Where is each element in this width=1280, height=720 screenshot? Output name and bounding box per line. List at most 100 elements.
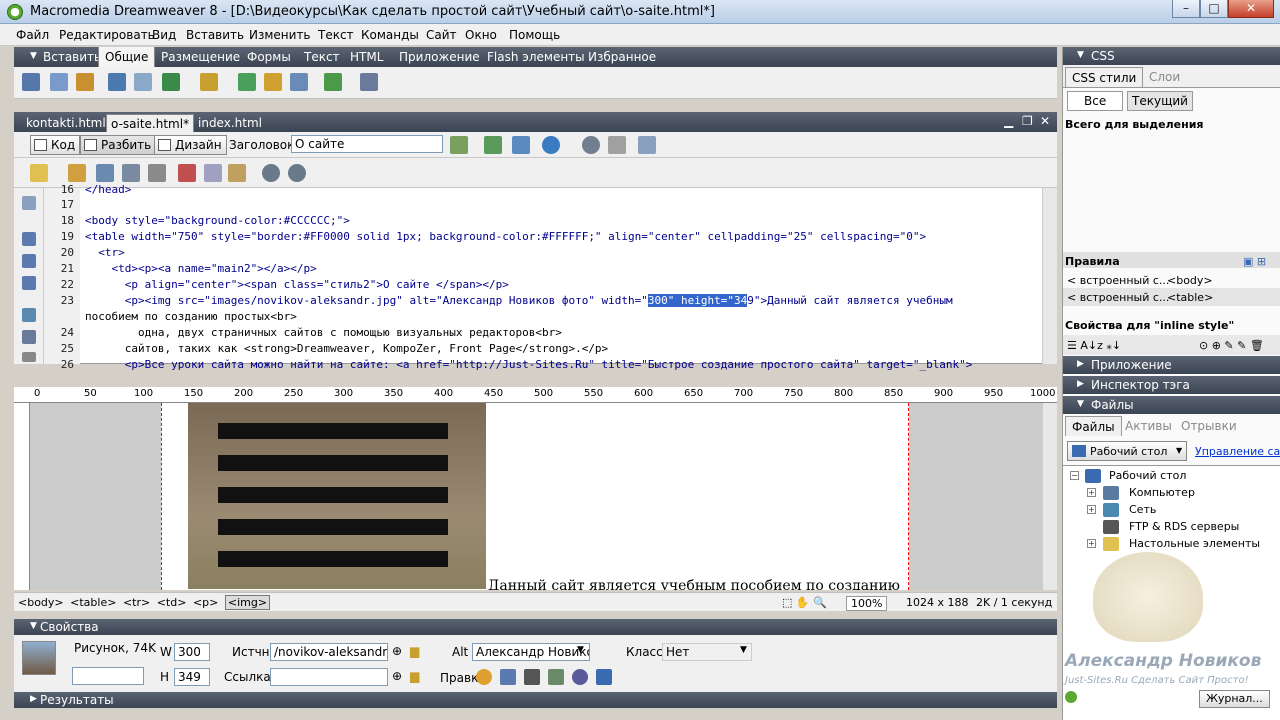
tag-tr[interactable]: <tr> (123, 596, 150, 609)
insert-tab-forms[interactable]: Формы (247, 50, 291, 64)
code-line[interactable]: одна, двух страничных сайтов с помощью в… (85, 326, 562, 339)
tag-table[interactable]: <table> (70, 596, 116, 609)
code-line[interactable]: <td><p><a name="main2"></a></p> (85, 262, 316, 275)
folder-icon[interactable]: ▆ (410, 644, 419, 658)
window-size[interactable]: 1024 x 188 (906, 596, 969, 609)
insert-tab-application[interactable]: Приложение (399, 50, 480, 64)
category-view-icon[interactable]: ☰ A↓z ⁎↓ (1067, 339, 1121, 352)
zoom-select[interactable]: 100% (846, 596, 888, 611)
alt-select[interactable]: Александр Новико (472, 643, 590, 661)
file-management-icon[interactable] (484, 136, 502, 154)
menu-edit[interactable]: Редактировать (59, 28, 155, 42)
tree-item-desktop-items[interactable]: Настольные элементы (1129, 537, 1260, 550)
insert-tab-flash[interactable]: Flash элементы (487, 50, 585, 64)
doc-minimize-icon[interactable]: ▁ (1004, 114, 1013, 128)
files-panel-header[interactable]: ▼ Файлы (1063, 396, 1280, 414)
current-button[interactable]: Текущий (1127, 91, 1193, 111)
menu-insert[interactable]: Вставить (186, 28, 244, 42)
save-icon[interactable] (96, 164, 114, 182)
design-paragraph[interactable]: Данный сайт является учебным пособием по… (488, 578, 900, 590)
css-panel-header[interactable]: ▼ CSS (1063, 47, 1280, 65)
insert-tab-text[interactable]: Текст (304, 50, 340, 64)
application-panel-header[interactable]: ▶ Приложение (1063, 356, 1280, 374)
redo-icon[interactable] (288, 164, 306, 182)
design-view[interactable]: Данный сайт является учебным пособием по… (30, 403, 1042, 590)
optimize-icon[interactable] (500, 669, 516, 685)
select-tool-icon[interactable]: ⬚ ✋ 🔍 (782, 596, 827, 609)
code-line[interactable]: <tr> (85, 246, 125, 259)
collapse-tag-icon[interactable] (22, 232, 36, 246)
insert-tab-html[interactable]: HTML (350, 50, 383, 64)
brightness-icon[interactable] (572, 669, 588, 685)
expand-all-icon[interactable] (22, 276, 36, 290)
expand-node-icon[interactable]: + (1087, 505, 1096, 514)
tag-body[interactable]: <body> (18, 596, 64, 609)
tree-item-ftp[interactable]: FTP & RDS серверы (1129, 520, 1239, 533)
journal-button[interactable]: Журнал... (1199, 690, 1270, 708)
insert-tab-common[interactable]: Общие (98, 47, 156, 67)
tab-index[interactable]: index.html (194, 114, 266, 132)
folder-icon[interactable]: ▆ (410, 669, 419, 683)
code-view[interactable]: 16 17 18 19 20 21 22 23 24 25 26 </head>… (14, 183, 1057, 371)
page-title-input[interactable]: О сайте (291, 135, 443, 153)
width-input[interactable]: 300 (174, 643, 210, 661)
crop-icon[interactable] (524, 669, 540, 685)
point-to-link-icon[interactable]: ⊕ (392, 669, 402, 683)
chevron-down-icon[interactable]: ▼ (577, 645, 584, 655)
validate-icon[interactable] (450, 136, 468, 154)
balance-braces-icon[interactable] (22, 330, 36, 344)
design-view-button[interactable]: Дизайн (154, 135, 227, 155)
code-line[interactable]: сайтов, таких как <strong>Dreamweaver, K… (85, 342, 608, 355)
collapse-selection-icon[interactable] (22, 254, 36, 268)
chevron-down-icon[interactable]: ▼ (740, 645, 747, 655)
height-input[interactable]: 349 (174, 668, 210, 686)
preview-browser-icon[interactable] (512, 136, 530, 154)
menu-file[interactable]: Файл (16, 28, 49, 42)
insert-tab-favorites[interactable]: Избранное (588, 50, 656, 64)
named-anchor-icon[interactable] (76, 73, 94, 91)
close-button[interactable]: ✕ (1228, 0, 1274, 18)
tag-inspector-header[interactable]: ▶ Инспектор тэга (1063, 376, 1280, 394)
insert-panel-label[interactable]: Вставить (43, 50, 101, 64)
rule-item-tag[interactable]: <body> (1167, 274, 1213, 287)
view-options-icon[interactable] (608, 136, 626, 154)
maximize-button[interactable]: □ (1200, 0, 1228, 18)
expand-node-icon[interactable]: + (1087, 488, 1096, 497)
insert-tab-layout[interactable]: Размещение (161, 50, 240, 64)
rule-item[interactable]: < встроенный с... (1067, 274, 1169, 287)
tag-img[interactable]: <img> (224, 595, 271, 610)
image-name-input[interactable] (72, 667, 144, 685)
cut-icon[interactable] (178, 164, 196, 182)
email-link-icon[interactable] (50, 73, 68, 91)
code-line[interactable]: <p>Все уроки сайта можно найти на сайте:… (85, 358, 973, 371)
properties-header[interactable]: ▼ Свойства (14, 619, 1057, 635)
tree-item-computer[interactable]: Компьютер (1129, 486, 1195, 499)
paste-icon[interactable] (228, 164, 246, 182)
doc-restore-icon[interactable]: ❐ (1022, 114, 1033, 128)
layer-icon[interactable] (134, 73, 152, 91)
fireworks-edit-icon[interactable] (476, 669, 492, 685)
design-scrollbar[interactable] (1042, 403, 1057, 590)
tab-assets[interactable]: Активы (1119, 416, 1178, 436)
tab-kontakti[interactable]: kontakti.html (22, 114, 110, 132)
tab-o-saite[interactable]: o-saite.html* (106, 114, 195, 132)
menu-help[interactable]: Помощь (509, 28, 560, 42)
author-photo[interactable] (188, 403, 486, 589)
menu-commands[interactable]: Команды (361, 28, 419, 42)
collapse-triangle-icon[interactable]: ▼ (30, 51, 37, 61)
site-select[interactable]: Рабочий стол ▼ (1067, 441, 1187, 461)
code-line[interactable]: <table width="750" style="border:#FF0000… (85, 230, 926, 243)
all-button[interactable]: Все (1067, 91, 1124, 111)
code-line-selected[interactable]: <p><img src="images/novikov-aleksandr.jp… (85, 294, 953, 307)
menu-site[interactable]: Сайт (426, 28, 457, 42)
more-tools-icon[interactable] (22, 352, 36, 362)
tag-p[interactable]: <p> (193, 596, 218, 609)
tab-files[interactable]: Файлы (1065, 416, 1122, 436)
split-view-button[interactable]: Разбить (80, 135, 157, 155)
doc-close-icon[interactable]: ✕ (1040, 114, 1050, 128)
expand-node-icon[interactable]: + (1087, 539, 1096, 548)
rules-view-icon[interactable]: ▣ ⊞ (1243, 255, 1266, 268)
code-line[interactable]: <p align="center"><span class="стиль2">О… (85, 278, 509, 291)
src-input[interactable]: /novikov-aleksandr.jpg (270, 643, 388, 661)
date-icon[interactable] (238, 73, 256, 91)
